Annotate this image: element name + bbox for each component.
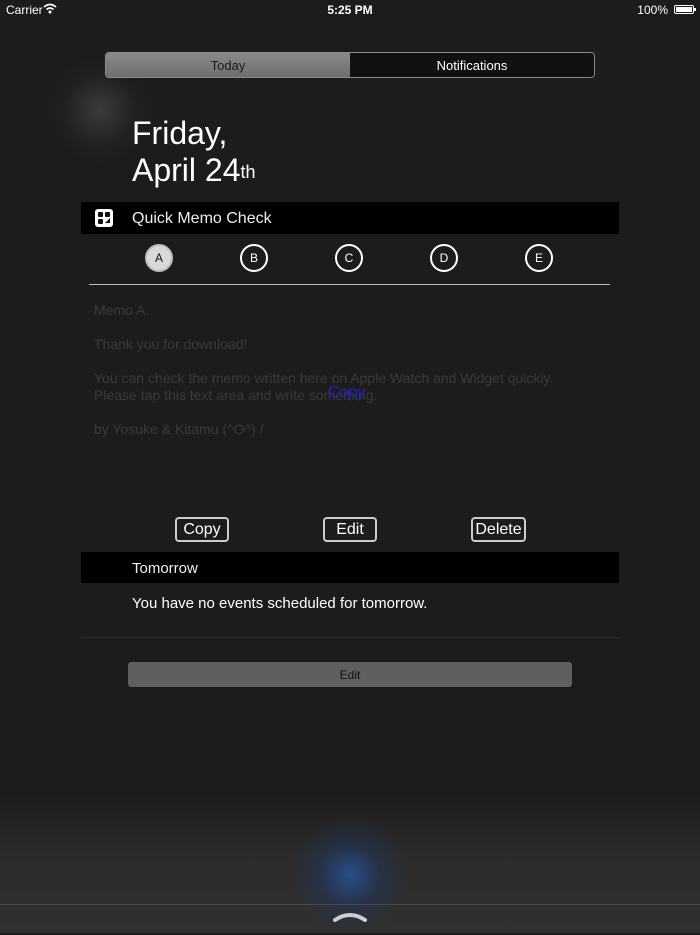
edit-widgets-button[interactable]: Edit bbox=[128, 662, 572, 687]
memo-tab-d[interactable]: D bbox=[430, 244, 458, 272]
month-day-text: April 24 bbox=[132, 152, 241, 188]
grabber-handle-icon[interactable] bbox=[333, 912, 367, 922]
memo-tab-a[interactable]: A bbox=[145, 244, 173, 272]
memo-line: Memo A bbox=[94, 302, 146, 318]
widget-header[interactable]: Quick Memo Check bbox=[81, 202, 619, 234]
memo-line: Thank you for download! bbox=[94, 336, 248, 352]
battery-icon bbox=[674, 5, 696, 14]
tomorrow-header: Tomorrow bbox=[81, 552, 619, 583]
delete-button[interactable]: Delete bbox=[471, 517, 526, 542]
widget-title: Quick Memo Check bbox=[132, 210, 272, 227]
memo-tab-b[interactable]: B bbox=[240, 244, 268, 272]
today-notifications-switch: Today Notifications bbox=[105, 52, 595, 78]
bottom-divider bbox=[0, 904, 700, 905]
no-events-message: You have no events scheduled for tomorro… bbox=[132, 595, 428, 612]
copy-button[interactable]: Copy bbox=[175, 517, 229, 542]
tabs-divider bbox=[89, 284, 610, 285]
memo-tab-e[interactable]: E bbox=[525, 244, 553, 272]
app-icon bbox=[95, 209, 113, 227]
tab-notifications[interactable]: Notifications bbox=[350, 53, 594, 77]
copy-popup[interactable]: Copy bbox=[328, 384, 365, 402]
tab-today[interactable]: Today bbox=[106, 53, 350, 77]
edit-memo-button[interactable]: Edit bbox=[323, 517, 377, 542]
weekday: Friday, bbox=[132, 115, 228, 151]
tomorrow-title: Tomorrow bbox=[132, 560, 198, 577]
memo-line: by Yosuke & Kitamu (^O^) / bbox=[94, 421, 264, 437]
battery-percent: 100% bbox=[637, 3, 668, 17]
memo-tabs: A B C D E bbox=[145, 244, 565, 274]
status-bar: Carrier 5:25 PM 100% bbox=[0, 0, 700, 20]
memo-text-area[interactable]: Memo A Thank you for download! You can c… bbox=[94, 302, 604, 438]
month-day: April 24th bbox=[132, 152, 256, 189]
ordinal-suffix: th bbox=[240, 162, 256, 182]
date-heading: Friday, April 24th bbox=[132, 115, 256, 189]
section-divider bbox=[81, 637, 619, 638]
memo-tab-c[interactable]: C bbox=[335, 244, 363, 272]
clock: 5:25 PM bbox=[327, 3, 373, 17]
